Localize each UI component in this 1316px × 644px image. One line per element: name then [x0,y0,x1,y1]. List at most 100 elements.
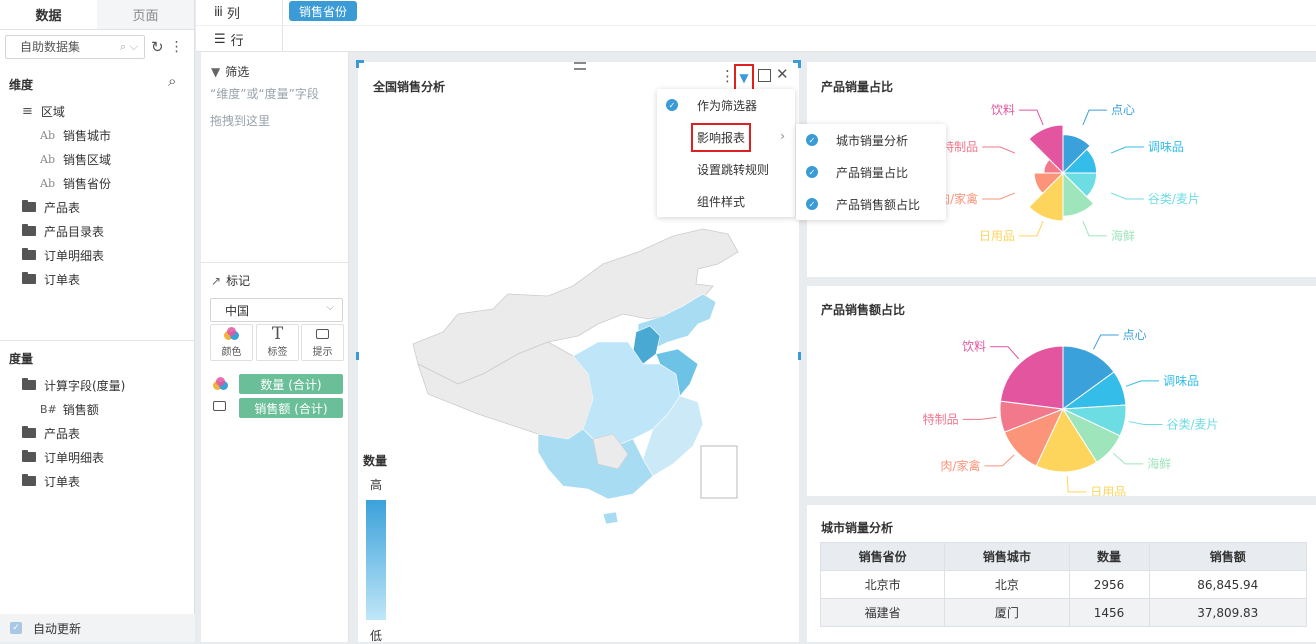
filter-title-row: ▼ 筛选 [211,63,249,80]
leader-line [1112,452,1144,465]
submenu-item[interactable]: ✓ 城市销量分析 [796,124,946,156]
chevron-down-icon: ⌵ [326,302,334,313]
text-icon: T [271,324,284,344]
table-cell: 86,845.94 [1148,570,1308,599]
menu-item[interactable]: 影响报表 › [657,121,795,153]
submenu-item[interactable]: ✓ 产品销量占比 [796,156,946,188]
comment-icon [316,329,329,339]
mark-color-button[interactable]: 颜色 [210,324,253,361]
pie-chart[interactable]: 点心调味品谷类/麦片海鲜日用品 肉/家禽 特制品 饮料 [807,286,1316,496]
leader-line [990,346,1020,360]
table-row[interactable]: 福建省 厦门 1456 37,809.83 [819,598,1308,627]
menu-item[interactable]: 组件样式 [657,185,795,217]
mark-color-field[interactable]: 数量 (合计) [239,374,343,394]
submenu-item-label: 产品销售额占比 [836,197,921,212]
tree-item[interactable]: 产品表 [0,195,195,219]
divider [196,25,1316,26]
folder-icon [22,272,36,284]
submenu-item[interactable]: ✓ 产品销售额占比 [796,188,946,220]
table-cell: 1456 [1068,598,1150,627]
shelf-bar: iii 列 销售省份 ☰ 行 [196,0,1316,52]
datasource-select[interactable]: 自助数据集 ⌕ ⌵ [5,34,145,59]
text-field-icon: Ab [40,128,55,142]
column-shelf-label: iii 列 [214,3,240,22]
tab-data[interactable]: 数据 [0,0,97,29]
tree-item[interactable]: 产品表 [0,421,195,445]
folder-icon [22,474,36,486]
filter-hint: 拖拽到这里 [210,114,271,128]
left-tabs: 数据 页面 [0,0,194,30]
datasource-row: 自助数据集 ⌕ ⌵ ↻ ⋮ [5,34,193,59]
city-table-card[interactable]: 城市销量分析 销售省份 销售城市 数量 销售额 北京市 北京 2956 86,845.94 福… [807,505,1316,642]
mark-label-label: 标签 [267,347,288,358]
menu-item[interactable]: ✓ 作为筛选器 [657,89,795,121]
slice-label: 饮料 [962,340,986,354]
amount-ratio-card[interactable]: 产品销售额占比 点心 调味品 谷类/麦片 海鲜 日用品 肉/家禽 特制品 饮料 [807,286,1316,496]
tree-item-label: 订单明细表 [44,450,105,465]
tree-item-label: 销售省份 [63,176,112,191]
tree-item-label: 区域 [40,104,65,119]
slice-label: 特制品 [942,139,978,154]
drag-handle[interactable] [574,62,586,70]
tree-item[interactable]: 订单表 [0,469,195,493]
tree-item-label: 销售额 [62,402,99,417]
tree-item[interactable]: Ab 销售区域 [0,147,195,171]
divider [201,262,349,263]
tree-item[interactable]: 订单表 [0,267,195,291]
china-map[interactable] [398,224,758,524]
leader-line [1110,146,1144,154]
datasource-value: 自助数据集 [20,40,81,54]
leader-line [1066,475,1087,493]
more-icon[interactable]: ⋮ [170,39,184,55]
tree-item[interactable]: ≡ 区域 [0,99,195,123]
maximize-icon[interactable] [758,69,771,82]
context-menu: ✓ 作为筛选器 影响报表 › 设置跳转规则 组件样式 [657,89,795,217]
refresh-icon[interactable]: ↻ [151,38,164,56]
dimension-tree: ≡ 区域 Ab 销售城市 Ab 销售区域 Ab 销售省份 产品表 产品目录表 订单明细表 订单表 [0,99,195,291]
tree-item[interactable]: 订单明细表 [0,445,195,469]
table-cell: 2956 [1068,570,1150,599]
tab-page[interactable]: 页面 [97,0,194,29]
filter-icon: ▼ [211,64,221,79]
mark-tooltip-button[interactable]: 提示 [301,324,344,361]
resize-handle[interactable] [798,352,801,360]
tree-item-label: 计算字段(度量) [44,378,126,393]
tree-item[interactable]: B# 销售额 [0,397,195,421]
submenu-item-label: 城市销量分析 [836,133,909,148]
selection-corner [356,60,364,68]
filter-title: 筛选 [225,65,250,79]
leader-line [982,192,1016,200]
submenu-item-label: 产品销量占比 [836,165,909,180]
tree-item[interactable]: Ab 销售城市 [0,123,195,147]
tree-item[interactable]: Ab 销售省份 [0,171,195,195]
legend-high: 高 [370,478,383,492]
table-cell: 福建省 [819,598,946,627]
tree-item[interactable]: 产品目录表 [0,219,195,243]
selection-corner [793,60,801,68]
search-icon[interactable]: ⌕ [168,72,176,90]
check-icon: ✓ [806,166,818,178]
close-icon[interactable]: ✕ [776,65,789,83]
tree-item-label: 产品表 [44,426,81,441]
map-select-value: 中国 [225,303,250,318]
tree-item[interactable]: 计算字段(度量) [0,373,195,397]
mark-label-button[interactable]: T 标签 [256,324,299,361]
mark-tooltip-field[interactable]: 销售额 (合计) [239,398,343,418]
divider [282,26,283,52]
table-row[interactable]: 北京市 北京 2956 86,845.94 [819,570,1308,599]
tree-item[interactable]: 订单明细表 [0,243,195,267]
leader-line [1110,192,1144,200]
pie-slice[interactable] [999,345,1064,410]
filter-icon[interactable]: ▼ [734,64,754,92]
auto-update-checkbox[interactable]: ✓ [10,622,22,634]
map-select[interactable]: 中国 ⌵ [210,298,343,322]
table-header-row: 销售省份 销售城市 数量 销售额 [819,542,1308,571]
city-table-title: 城市销量分析 [821,521,894,535]
tree-item-label: 产品表 [44,200,81,215]
resize-handle[interactable] [356,352,359,360]
menu-item[interactable]: 设置跳转规则 [657,153,795,185]
legend-title: 数量 [363,454,388,468]
more-icon[interactable]: ⋮ [720,67,735,85]
column-field-pill[interactable]: 销售省份 [289,1,358,21]
folder-icon [22,200,36,212]
